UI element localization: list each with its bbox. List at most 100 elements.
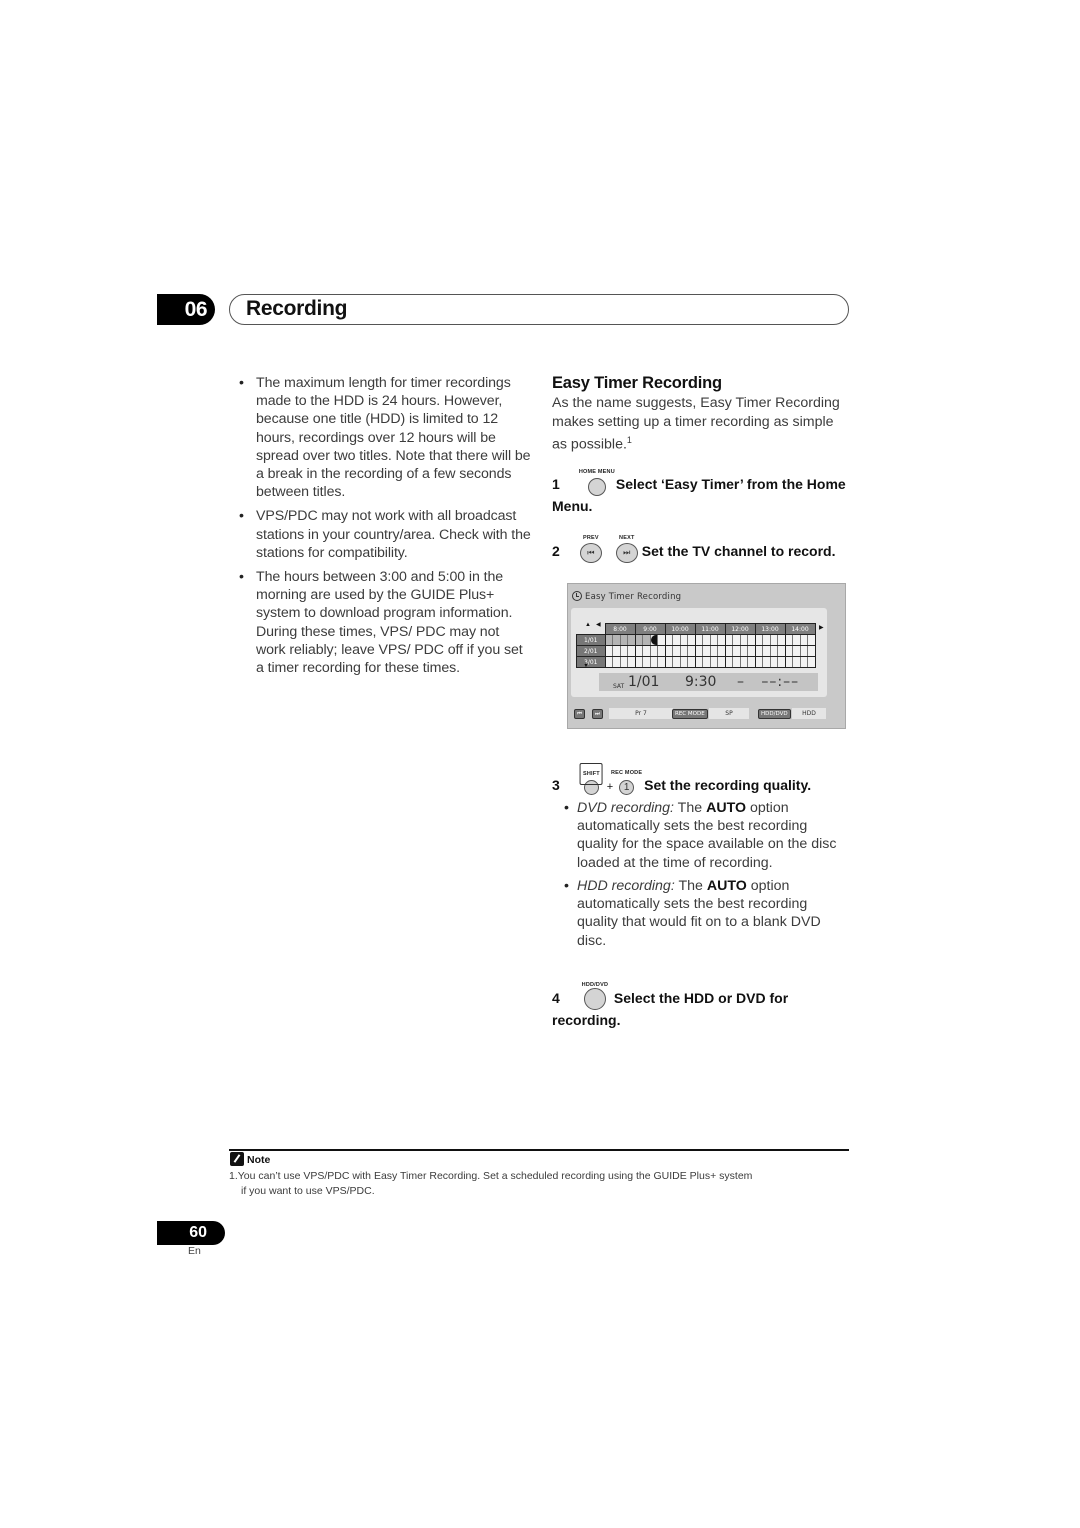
button-caption: SHIFT [579, 762, 603, 785]
timer-grid: 8:00 9:00 10:00 11:00 12:00 13:00 14:00 … [576, 623, 816, 668]
button-caption: PREV [583, 535, 599, 542]
date-row: 1/01 [576, 634, 816, 646]
date-label: 2/01 [576, 645, 606, 657]
scroll-down-icon[interactable]: ▼ [583, 663, 589, 669]
left-column: The maximum length for timer recordings … [237, 374, 532, 683]
step-1: 1 HOME MENU Select ‘Easy Timer’ from the… [552, 469, 852, 515]
drive-value: HDD [792, 708, 826, 719]
screen-title: Easy Timer Recording [572, 591, 681, 602]
end-time-text: ––:–– [761, 674, 800, 690]
home-menu-button[interactable]: HOME MENU [579, 469, 615, 496]
rec-mode-button[interactable]: REC MODE 1 [611, 770, 642, 796]
slot-cell[interactable] [724, 634, 756, 646]
footnote-line: if you want to use VPS/PDC. [241, 1185, 375, 1197]
step-2: 2 PREV ⏮ NEXT ⏭ Set the TV channel to re… [552, 535, 852, 563]
screen-footer: ⏮ ⏭ Pr 7 REC MODE SP HDD/DVD HDD [572, 708, 842, 719]
bullet-item: The maximum length for timer recordings … [237, 374, 532, 501]
shift-button[interactable]: SHIFT [579, 762, 603, 796]
step-number: 1 [552, 476, 560, 493]
slot-cell[interactable] [724, 645, 756, 657]
button-caption: HOME MENU [578, 469, 615, 476]
prev-button[interactable]: PREV ⏮ [579, 535, 602, 563]
rec-mode-key: REC MODE [672, 709, 708, 719]
hour-label: 13:00 [754, 623, 786, 635]
date-row: 3/01 [576, 656, 816, 668]
slot-cell[interactable] [634, 656, 666, 668]
hour-label: 8:00 [604, 623, 636, 635]
sub-bullet-label: HDD recording: [577, 877, 675, 894]
hdd-dvd-button[interactable]: HDD/DVD [582, 982, 608, 1011]
section-title: Easy Timer Recording [552, 374, 722, 392]
time-separator: – [737, 674, 745, 690]
date-label: 1/01 [576, 634, 606, 646]
slot-cell[interactable] [634, 634, 666, 646]
step-text: Set the TV channel to record. [641, 542, 836, 559]
intro-text: As the name suggests, Easy Timer Recordi… [552, 395, 840, 453]
sub-bullet-dvd: DVD recording: The AUTO option automatic… [552, 799, 852, 872]
start-time-value: 9:30 [685, 674, 717, 690]
slot-cell[interactable] [694, 645, 726, 657]
slot-cell[interactable] [604, 645, 636, 657]
clock-icon [572, 591, 582, 601]
slot-cell[interactable] [664, 656, 696, 668]
step-number: 3 [552, 776, 560, 793]
slot-cell[interactable] [754, 634, 786, 646]
step-3: 3 SHIFT + REC MODE 1 Set the recording q… [552, 762, 852, 950]
hour-label: 10:00 [664, 623, 696, 635]
next-key-icon: ⏭ [592, 709, 603, 719]
step-text: Set the recording quality. [644, 776, 812, 793]
slot-cell[interactable] [784, 634, 816, 646]
rec-mode-value: SP [709, 708, 749, 719]
hour-header-row: 8:00 9:00 10:00 11:00 12:00 13:00 14:00 [577, 623, 816, 635]
scroll-right-icon[interactable]: ▶ [819, 624, 824, 631]
footnote-line: 1.You can’t use VPS/PDC with Easy Timer … [229, 1170, 753, 1182]
time-cursor [650, 635, 658, 645]
chapter-title: Recording [246, 297, 348, 320]
hour-label: 9:00 [634, 623, 666, 635]
slot-cell[interactable] [664, 634, 696, 646]
slot-cell[interactable] [604, 656, 636, 668]
screen-title-text: Easy Timer Recording [585, 592, 682, 602]
slot-cell[interactable] [634, 645, 666, 657]
chapter-title-bar: Recording [229, 294, 849, 325]
step-number: 2 [552, 542, 560, 559]
bullet-item: The hours between 3:00 and 5:00 in the m… [237, 568, 532, 677]
hour-label: 12:00 [724, 623, 756, 635]
slot-cell[interactable] [784, 656, 816, 668]
prev-key-icon: ⏮ [574, 709, 585, 719]
chapter-number: 06 [157, 294, 215, 325]
end-time-value: – ––:–– [737, 674, 799, 690]
bullet-item: VPS/PDC may not work with all broadcast … [237, 507, 532, 562]
date-label: 3/01 [576, 656, 606, 668]
date-row: 2/01 [576, 645, 816, 657]
slot-cell[interactable] [754, 645, 786, 657]
section-intro: As the name suggests, Easy Timer Recordi… [552, 394, 852, 454]
slot-cell[interactable] [754, 656, 786, 668]
slot-cell[interactable] [694, 634, 726, 646]
hour-label: 11:00 [694, 623, 726, 635]
sub-bullet-option: AUTO [706, 799, 747, 816]
datetime-bar: SAT 1/01 9:30 – ––:–– [599, 673, 818, 691]
slot-cell[interactable] [664, 645, 696, 657]
button-caption: NEXT [619, 535, 635, 542]
date-value: 1/01 [628, 674, 660, 690]
step-number: 4 [552, 989, 560, 1006]
footnote: 1.You can’t use VPS/PDC with Easy Timer … [229, 1169, 854, 1199]
note-divider [229, 1149, 849, 1151]
day-label: SAT [613, 683, 625, 690]
easy-timer-screen: Easy Timer Recording ▲ ◀ 8:00 9:00 10:00… [567, 583, 846, 729]
next-button[interactable]: NEXT ⏭ [615, 535, 638, 563]
slot-cell[interactable] [694, 656, 726, 668]
sub-bullet-hdd: HDD recording: The AUTO option automatic… [552, 877, 852, 950]
footnote-ref: 1 [626, 435, 632, 445]
grid-corner [577, 624, 606, 635]
sub-bullet-text: The [674, 877, 707, 894]
sub-bullet-text: The [674, 799, 707, 816]
channel-value: Pr 7 [609, 708, 673, 719]
slot-cell[interactable] [784, 645, 816, 657]
slot-cell[interactable] [604, 634, 636, 646]
page-number: 60 [157, 1221, 225, 1245]
slot-cell[interactable] [724, 656, 756, 668]
note-heading: Note [230, 1152, 270, 1166]
drive-key: HDD/DVD [758, 709, 791, 719]
